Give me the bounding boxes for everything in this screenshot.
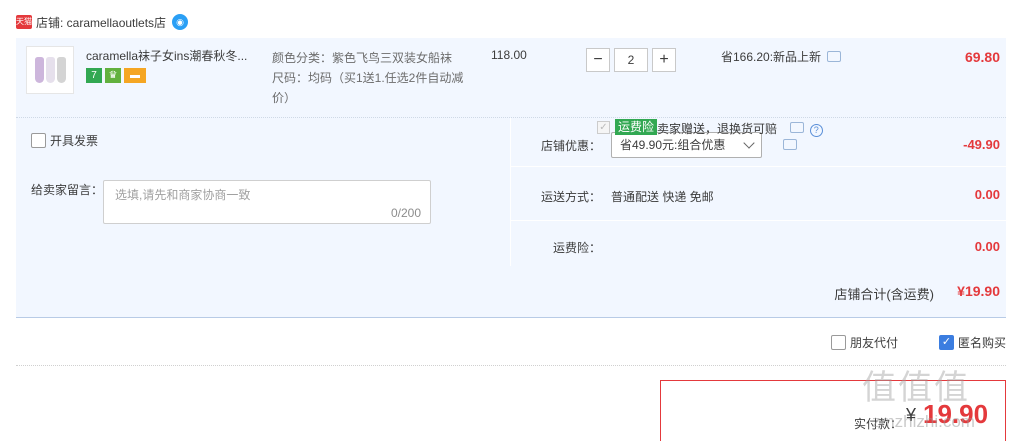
- quantity-input[interactable]: 2: [614, 48, 648, 72]
- message-icon[interactable]: [790, 122, 805, 133]
- seller-note-textarea[interactable]: 选填,请先和商家协商一致 0/200: [103, 180, 431, 224]
- sock-image: [45, 57, 55, 83]
- shop-name-link[interactable]: 店铺: caramellaoutlets店: [36, 14, 166, 31]
- panel-divider: [510, 118, 511, 266]
- row-divider: [511, 166, 1006, 167]
- spec-size: 尺码：均码（买1送1.任选2件自动减价）: [272, 71, 464, 105]
- chevron-down-icon: [743, 137, 755, 149]
- wangwang-chat-icon[interactable]: ◉: [172, 14, 189, 30]
- anonymous-buy-label: 匿名购买: [957, 336, 1006, 350]
- note-char-counter: 0/200: [390, 206, 421, 220]
- friend-pay-label: 朋友代付: [849, 336, 898, 350]
- shipping-label: 运送方式：: [540, 190, 601, 204]
- discount-selected-value: 省49.90元:组合优惠: [620, 138, 726, 152]
- decrease-button[interactable]: −: [586, 48, 610, 72]
- item-subtotal: 69.80: [964, 49, 1000, 65]
- friend-pay-checkbox[interactable]: [830, 335, 846, 350]
- quantity-stepper: − 2 +: [586, 48, 676, 72]
- tmall-logo: 天猫: [16, 15, 32, 29]
- sock-image: [34, 57, 44, 83]
- friend-pay-option[interactable]: 朋友代付: [830, 334, 898, 351]
- invoice-label: 开具发票: [50, 134, 99, 148]
- help-icon[interactable]: ?: [809, 124, 823, 137]
- product-title[interactable]: caramella袜子女ins潮春秋冬...: [86, 47, 261, 64]
- insurance-desc-text: 卖家赠送，退换货可赔: [657, 122, 778, 136]
- spec-color: 颜色分类：紫色飞鸟三双装女船袜: [272, 51, 453, 65]
- invoice-option[interactable]: 开具发票: [31, 132, 98, 149]
- message-icon[interactable]: [827, 51, 842, 62]
- note-placeholder: 选填,请先和商家协商一致: [115, 188, 251, 202]
- insurance-desc: 卖家赠送，退换货可赔 ?: [657, 120, 823, 137]
- service-badges: 7 ♛ ▬: [86, 68, 146, 83]
- watermark-url: zmzhizhi.com: [872, 412, 975, 431]
- shipping-value: 普通配送 快递 免邮: [611, 190, 714, 204]
- anonymous-buy-checkbox[interactable]: ✓: [938, 335, 954, 350]
- shop-total-value: ¥19.90: [957, 283, 1000, 299]
- anonymous-buy-option[interactable]: ✓ 匿名购买: [938, 334, 1006, 351]
- shop-total-row: 店铺合计(含运费) ¥19.90: [16, 266, 1006, 318]
- crown-icon[interactable]: ♛: [105, 68, 121, 83]
- row-divider: [511, 220, 1006, 221]
- order-options-panel: 开具发票 给卖家留言： 选填,请先和商家协商一致 0/200 店铺优惠： 省49…: [16, 118, 1006, 266]
- unit-price: 118.00: [491, 48, 527, 62]
- product-thumbnail[interactable]: [26, 46, 74, 94]
- credit-card-icon[interactable]: ▬: [124, 68, 146, 83]
- insurance-amount: 0.00: [974, 239, 1000, 254]
- shop-total-label: 店铺合计(含运费): [834, 287, 934, 302]
- watermark-logo: 值值值: [862, 368, 970, 408]
- seller-note-label: 给卖家留言：: [31, 183, 104, 197]
- discount-label: 店铺优惠：: [540, 139, 601, 153]
- message-icon[interactable]: [783, 139, 797, 150]
- discount-amount: -49.90: [963, 137, 1000, 152]
- promo-text: 省166.20:新品上新: [721, 50, 822, 64]
- insurance-checkbox: ✓: [597, 121, 610, 134]
- increase-button[interactable]: +: [652, 48, 676, 72]
- insurance-label: 运费险：: [552, 241, 601, 255]
- product-spec: 颜色分类：紫色飞鸟三双装女船袜 尺码：均码（买1送1.任选2件自动减价）: [272, 48, 467, 108]
- sock-image: [56, 57, 66, 83]
- invoice-checkbox[interactable]: [31, 133, 46, 148]
- purchase-options-row: 朋友代付 ✓ 匿名购买: [16, 320, 1006, 366]
- promo-info: 省166.20:新品上新: [721, 48, 842, 65]
- shipping-amount: 0.00: [974, 187, 1000, 202]
- seven-day-return-icon[interactable]: 7: [86, 68, 102, 83]
- cart-item-row: caramella袜子女ins潮春秋冬... 7 ♛ ▬ 颜色分类：紫色飞鸟三双…: [16, 38, 1006, 118]
- insurance-tag: 运费险: [615, 119, 658, 135]
- shop-header: 天猫 店铺: caramellaoutlets店 ◉: [16, 12, 189, 32]
